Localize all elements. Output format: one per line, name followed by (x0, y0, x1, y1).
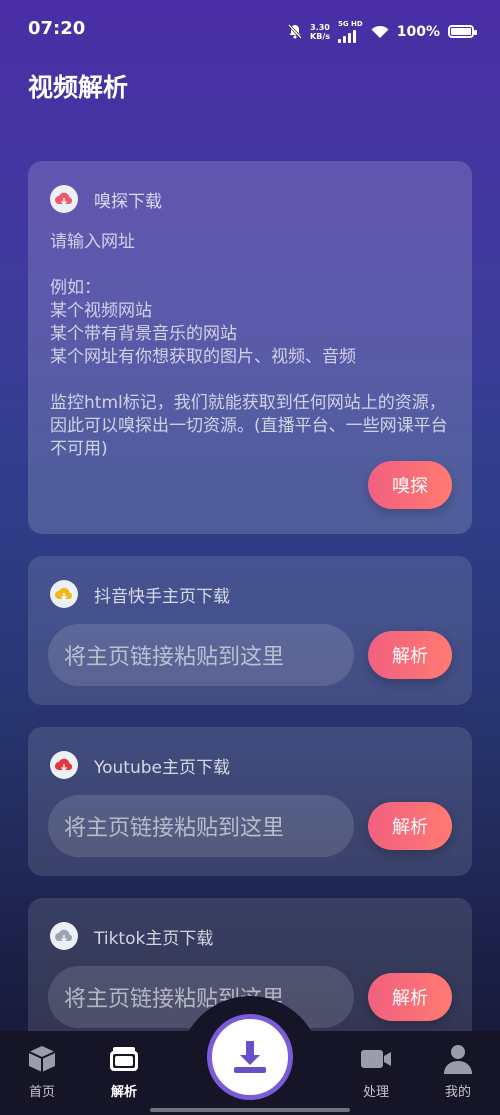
download-icon (234, 1041, 266, 1073)
net-speed: 3.30 KB/s (310, 22, 330, 41)
sniff-download-card: 嗅探下载 请输入网址 例如： 某个视频网站 某个带有背景音乐的网站 某个网址有你… (28, 161, 472, 534)
page-title: 视频解析 (28, 73, 129, 102)
youtube-card-title: Youtube主页下载 (94, 757, 230, 778)
tab-mine[interactable]: 我的 (418, 1031, 498, 1115)
folder-icon (108, 1043, 140, 1075)
tab-process-label: 处理 (362, 1085, 389, 1100)
youtube-url-input[interactable]: 将主页链接粘贴到这里 (48, 795, 354, 857)
home-indicator (150, 1108, 350, 1112)
tab-mine-label: 我的 (444, 1085, 471, 1100)
user-icon (443, 1043, 473, 1075)
sniff-card-description: 请输入网址 例如： 某个视频网站 某个带有背景音乐的网站 某个网址有你想获取的图… (50, 232, 448, 459)
network-type: 5G HD (338, 20, 363, 43)
tab-process[interactable]: 处理 (336, 1031, 416, 1115)
cloud-download-icon (50, 751, 78, 779)
tab-parse[interactable]: 解析 (84, 1031, 164, 1115)
status-bar: 07:20 3.30 KB/s 5G HD 100% (0, 0, 500, 60)
youtube-card: Youtube主页下载 将主页链接粘贴到这里 解析 (28, 727, 472, 876)
tab-parse-label: 解析 (110, 1085, 137, 1100)
download-fab-button[interactable] (207, 1014, 293, 1100)
tiktok-card-title: Tiktok主页下载 (94, 928, 214, 949)
douyin-card-title: 抖音快手主页下载 (94, 586, 230, 607)
tiktok-parse-button[interactable]: 解析 (368, 973, 452, 1021)
douyin-parse-button[interactable]: 解析 (368, 631, 452, 679)
wifi-icon (371, 25, 389, 38)
cloud-download-icon (50, 185, 78, 213)
sniff-button[interactable]: 嗅探 (368, 461, 452, 509)
tab-home-label: 首页 (28, 1085, 55, 1100)
youtube-parse-button[interactable]: 解析 (368, 802, 452, 850)
battery-percent: 100% (396, 23, 440, 40)
tab-home[interactable]: 首页 (2, 1031, 82, 1115)
signal-icon (338, 29, 363, 43)
cube-icon (26, 1043, 58, 1075)
cloud-download-icon (50, 580, 78, 608)
status-time: 07:20 (28, 18, 86, 39)
video-camera-icon (359, 1043, 393, 1075)
douyin-url-input[interactable]: 将主页链接粘贴到这里 (48, 624, 354, 686)
sniff-card-title: 嗅探下载 (94, 191, 162, 212)
cloud-download-icon (50, 922, 78, 950)
battery-icon (448, 25, 477, 38)
mute-icon (288, 24, 302, 39)
douyin-card: 抖音快手主页下载 将主页链接粘贴到这里 解析 (28, 556, 472, 705)
